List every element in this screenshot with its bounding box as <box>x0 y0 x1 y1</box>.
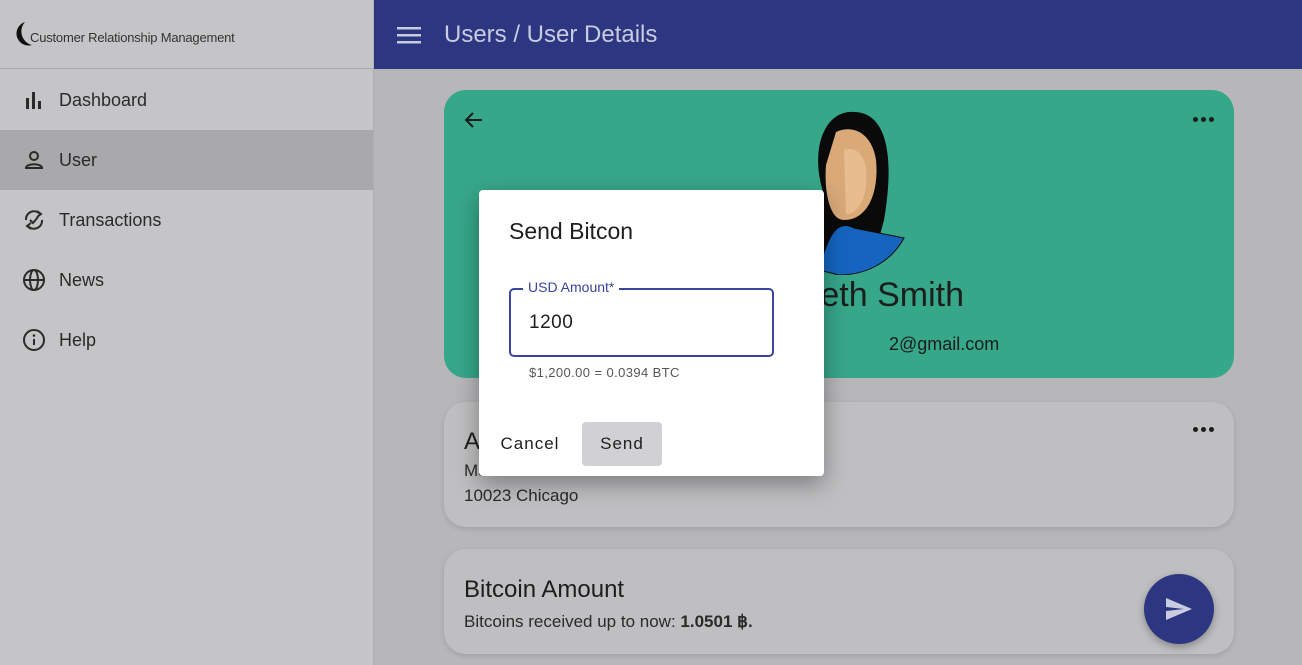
back-arrow-icon[interactable] <box>462 108 486 137</box>
conversion-helper-text: $1,200.00 = 0.0394 BTC <box>529 365 680 380</box>
sidebar-item-label: User <box>59 149 98 170</box>
send-icon <box>1166 598 1192 620</box>
logo: Customer Relationship Management <box>0 0 373 69</box>
sidebar-item-user[interactable]: User <box>0 130 373 190</box>
dialog-title: Send Bitcon <box>509 218 634 244</box>
profile-email: 2@gmail.com <box>889 334 1000 354</box>
bitcoin-card: Bitcoin Amount Bitcoins received up to n… <box>444 549 1234 654</box>
logo-text: Customer Relationship Management <box>30 29 235 45</box>
hamburger-menu-icon[interactable] <box>397 23 421 47</box>
cancel-button[interactable]: Cancel <box>489 422 571 466</box>
send-fab-button[interactable] <box>1144 574 1214 644</box>
sidebar-item-label: Help <box>59 329 97 350</box>
usd-amount-input[interactable]: 1200 <box>529 312 573 334</box>
sidebar-item-dashboard[interactable]: Dashboard <box>0 70 373 130</box>
more-options-icon[interactable] <box>1193 117 1214 122</box>
sidebar: Customer Relationship Management Dashboa… <box>0 0 374 665</box>
bitcoin-title: Bitcoin Amount <box>464 576 625 603</box>
send-bitcoin-dialog: Send Bitcon USD Amount* 1200 $1,200.00 =… <box>479 190 824 476</box>
address-title: A <box>464 428 481 455</box>
address-line-2: 10023 Chicago <box>464 486 579 505</box>
usd-amount-label: USD Amount* <box>523 279 620 295</box>
sidebar-nav: Dashboard User Transactions News Help <box>0 70 373 370</box>
sidebar-item-news[interactable]: News <box>0 250 373 310</box>
sidebar-item-help[interactable]: Help <box>0 310 373 370</box>
sidebar-item-transactions[interactable]: Transactions <box>0 190 373 250</box>
globe-icon <box>22 268 46 292</box>
bitcoin-received-text: Bitcoins received up to now: 1.0501 ฿. <box>464 612 753 632</box>
app-bar: Users / User Details <box>374 0 1302 69</box>
bar-chart-icon <box>22 88 46 112</box>
sync-check-icon <box>22 208 46 232</box>
send-button[interactable]: Send <box>582 422 662 466</box>
bitcoin-amount: 1.0501 ฿. <box>680 612 753 631</box>
bitcoin-text-prefix: Bitcoins received up to now: <box>464 612 681 631</box>
sidebar-item-label: Transactions <box>59 209 162 230</box>
usd-amount-field[interactable]: USD Amount* 1200 <box>509 279 774 357</box>
info-icon <box>22 328 46 352</box>
person-icon <box>22 148 46 172</box>
more-options-icon[interactable] <box>1193 427 1214 432</box>
sidebar-item-label: News <box>59 269 105 290</box>
page-title: Users / User Details <box>444 20 658 48</box>
sidebar-item-label: Dashboard <box>59 89 148 110</box>
